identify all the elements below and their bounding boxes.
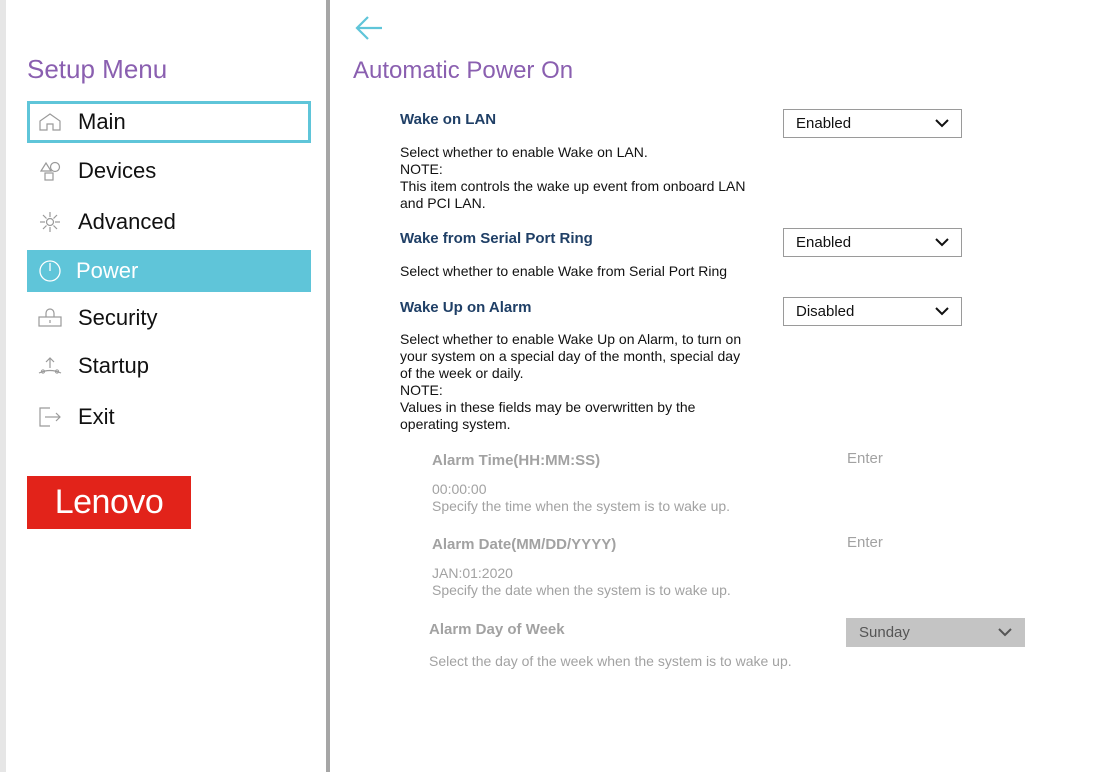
- wake-on-lan-select[interactable]: Enabled: [783, 109, 962, 138]
- alarm-day-description: Select the day of the week when the syst…: [429, 653, 792, 669]
- sidebar-edge: [0, 0, 6, 772]
- sidebar-item-label: Security: [78, 305, 158, 330]
- back-button[interactable]: [352, 12, 386, 44]
- wake-alarm-label: Wake Up on Alarm: [400, 299, 532, 316]
- wake-on-lan-description: Select whether to enable Wake on LAN. NO…: [400, 144, 780, 212]
- chevron-down-icon: [935, 307, 949, 316]
- description-line: Select whether to enable Wake Up on Alar…: [400, 331, 742, 347]
- wake-serial-label: Wake from Serial Port Ring: [400, 230, 593, 247]
- advanced-gear-icon: [38, 210, 62, 234]
- sidebar-divider: [326, 0, 330, 772]
- alarm-date-enter-button[interactable]: Enter: [847, 534, 883, 551]
- description-line: your system on a special day of the mont…: [400, 348, 741, 364]
- sidebar-item-startup[interactable]: Startup: [27, 345, 311, 387]
- alarm-date-value: JAN:01:2020: [432, 565, 513, 581]
- alarm-date-description: Specify the date when the system is to w…: [432, 582, 731, 598]
- alarm-time-enter-button[interactable]: Enter: [847, 450, 883, 467]
- sidebar: Setup Menu Main Devices Advanced Power S…: [0, 0, 326, 772]
- chevron-down-icon: [935, 119, 949, 128]
- description-line: Values in these fields may be overwritte…: [400, 399, 696, 415]
- security-icon: [38, 306, 62, 330]
- setup-menu-title: Setup Menu: [27, 54, 168, 84]
- description-line: NOTE:: [400, 161, 443, 177]
- wake-serial-select[interactable]: Enabled: [783, 228, 962, 257]
- alarm-time-description: Specify the time when the system is to w…: [432, 498, 731, 514]
- sidebar-item-main[interactable]: Main: [27, 101, 311, 143]
- sidebar-item-label: Power: [76, 258, 139, 283]
- sidebar-item-label: Devices: [78, 158, 157, 183]
- sidebar-item-label: Main: [78, 109, 126, 134]
- sidebar-item-label: Exit: [78, 404, 115, 429]
- wake-alarm-description: Select whether to enable Wake Up on Alar…: [400, 331, 780, 433]
- wake-serial-value: Enabled: [796, 234, 852, 251]
- sidebar-item-label: Startup: [78, 353, 149, 378]
- description-line: Select whether to enable Wake on LAN.: [400, 144, 648, 160]
- lenovo-logo-text: Lenovo: [54, 483, 164, 521]
- wake-on-lan-label: Wake on LAN: [400, 111, 497, 128]
- startup-icon: [38, 354, 62, 378]
- page-title: Automatic Power On: [353, 57, 574, 84]
- sidebar-item-label: Advanced: [78, 209, 176, 234]
- description-line: operating system.: [400, 416, 511, 432]
- alarm-date-label: Alarm Date(MM/DD/YYYY): [432, 536, 617, 553]
- alarm-day-value: Sunday: [859, 624, 910, 641]
- chevron-down-icon: [935, 238, 949, 247]
- alarm-day-label: Alarm Day of Week: [429, 621, 565, 638]
- back-arrow-icon: [355, 16, 382, 40]
- chevron-down-icon: [998, 628, 1012, 637]
- description-line: NOTE:: [400, 382, 443, 398]
- power-icon: [38, 259, 62, 283]
- sidebar-item-devices[interactable]: Devices: [27, 150, 311, 192]
- alarm-time-value: 00:00:00: [432, 481, 487, 497]
- devices-icon: [38, 159, 62, 183]
- wake-on-lan-value: Enabled: [796, 115, 852, 132]
- alarm-time-label: Alarm Time(HH:MM:SS): [432, 452, 601, 469]
- sidebar-item-exit[interactable]: Exit: [27, 396, 311, 438]
- sidebar-item-power[interactable]: Power: [27, 250, 311, 292]
- lenovo-logo: Lenovo: [27, 476, 191, 529]
- sidebar-item-security[interactable]: Security: [27, 297, 311, 339]
- wake-alarm-select[interactable]: Disabled: [783, 297, 962, 326]
- exit-icon: [38, 405, 62, 429]
- wake-serial-description: Select whether to enable Wake from Seria…: [400, 263, 728, 279]
- description-line: and PCI LAN.: [400, 195, 486, 211]
- alarm-day-select[interactable]: Sunday: [846, 618, 1025, 647]
- description-line: of the week or daily.: [400, 365, 524, 381]
- wake-alarm-value: Disabled: [796, 303, 855, 320]
- home-icon: [38, 110, 62, 134]
- sidebar-item-advanced[interactable]: Advanced: [27, 201, 311, 243]
- description-line: This item controls the wake up event fro…: [400, 178, 746, 194]
